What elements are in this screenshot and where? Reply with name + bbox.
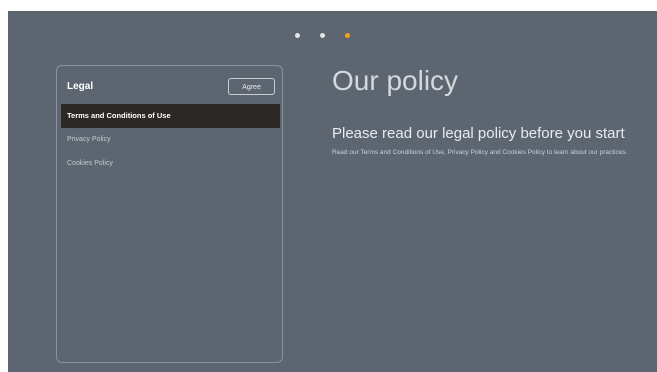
legal-panel: Legal Agree Terms and Conditions of Use … bbox=[56, 65, 283, 363]
pagination-dots bbox=[8, 33, 647, 43]
menu-item-privacy[interactable]: Privacy Policy bbox=[61, 128, 280, 152]
menu-item-cookies[interactable]: Cookies Policy bbox=[61, 152, 280, 176]
legal-menu: Terms and Conditions of Use Privacy Poli… bbox=[61, 104, 280, 176]
policy-description: Read our Terms and Conditions of Use, Pr… bbox=[332, 149, 628, 156]
legal-screen: Legal Agree Terms and Conditions of Use … bbox=[8, 11, 657, 372]
agree-button[interactable]: Agree bbox=[228, 78, 275, 95]
policy-subheading: Please read our legal policy before you … bbox=[332, 125, 625, 142]
policy-content: Our policy Please read our legal policy … bbox=[332, 65, 652, 158]
legal-panel-header: Legal Agree bbox=[67, 78, 275, 98]
pagination-dot-2[interactable] bbox=[320, 33, 325, 38]
menu-item-terms[interactable]: Terms and Conditions of Use bbox=[61, 104, 280, 128]
pagination-dot-3-active[interactable] bbox=[345, 33, 350, 38]
page-title: Our policy bbox=[332, 65, 459, 96]
legal-panel-title: Legal bbox=[67, 81, 94, 92]
pagination-dot-1[interactable] bbox=[295, 33, 300, 38]
